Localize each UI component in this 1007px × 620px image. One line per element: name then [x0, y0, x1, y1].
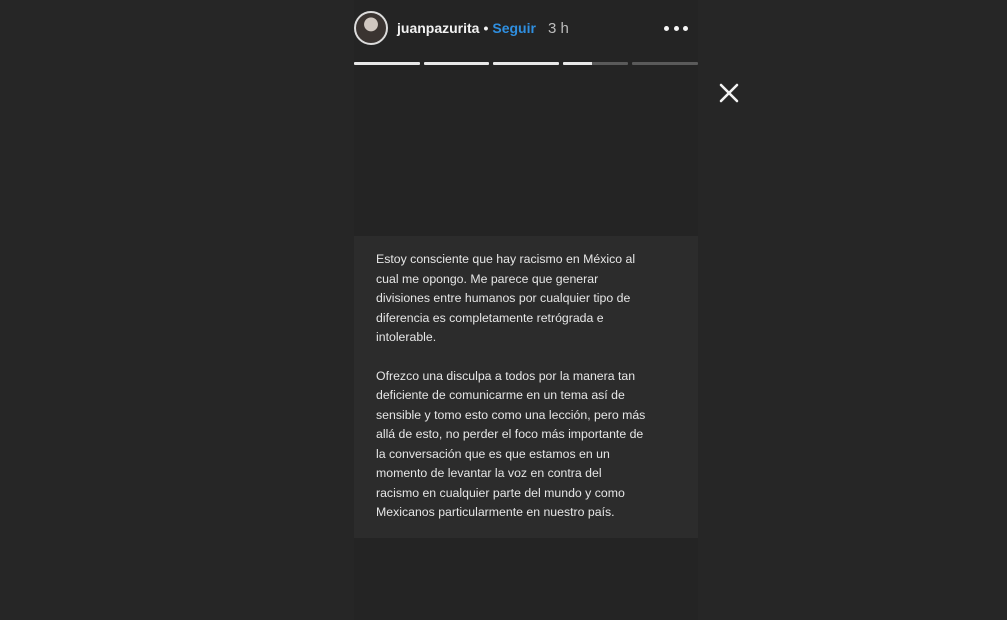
story-header: juanpazurita • Seguir 3 h — [354, 8, 698, 48]
more-dot — [673, 25, 679, 31]
progress-fill — [423, 62, 490, 65]
progress-segment-5 — [632, 62, 698, 65]
more-dot — [683, 25, 688, 31]
avatar[interactable] — [354, 11, 388, 45]
username[interactable]: juanpazurita — [397, 20, 479, 36]
progress-segment-3 — [493, 62, 559, 65]
close-icon[interactable] — [716, 80, 742, 106]
story-progress-bars — [354, 62, 698, 65]
separator-dot: • — [483, 20, 489, 36]
progress-fill — [493, 62, 559, 65]
progress-segment-1 — [354, 62, 420, 65]
more-options-icon[interactable] — [664, 18, 688, 38]
timestamp: 3 h — [547, 19, 569, 37]
statement-card: Estoy consciente que hay racismo en Méxi… — [354, 236, 698, 538]
statement-paragraph-2: Ofrezco una disculpa a todos por la mane… — [376, 368, 646, 520]
follow-button[interactable]: Seguir — [492, 20, 536, 36]
story-meta: juanpazurita • Seguir 3 h — [397, 20, 569, 37]
progress-segment-4 — [562, 62, 629, 65]
progress-fill — [354, 62, 420, 65]
more-dot — [664, 25, 669, 31]
statement-paragraph-1: Estoy consciente que hay racismo en Méxi… — [376, 252, 636, 344]
progress-segment-2 — [423, 62, 490, 65]
progress-fill — [562, 62, 593, 65]
